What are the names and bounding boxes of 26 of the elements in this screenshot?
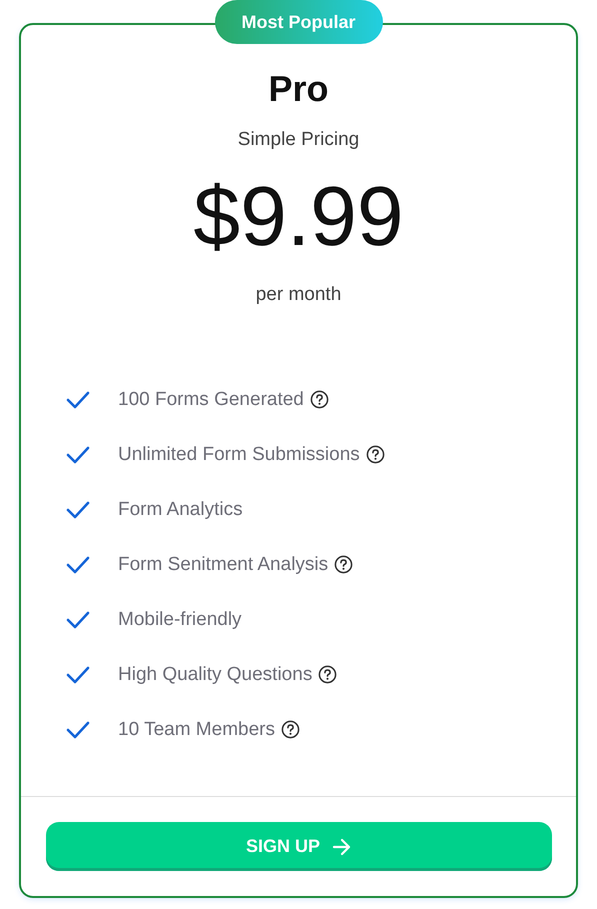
check-icon [66, 720, 90, 738]
check-icon [66, 446, 90, 464]
help-icon[interactable] [366, 445, 385, 464]
billing-period: per month [256, 283, 342, 307]
check-icon [66, 556, 90, 574]
feature-text: Unlimited Form Submissions [118, 444, 360, 466]
plan-price: $9.99 [193, 171, 404, 261]
help-icon[interactable] [334, 555, 354, 574]
sign-up-button[interactable]: SIGN UP [46, 822, 552, 871]
help-icon[interactable] [281, 720, 300, 739]
arrow-right-icon [332, 838, 352, 856]
help-icon[interactable] [318, 665, 338, 684]
plan-subtitle: Simple Pricing [238, 128, 360, 152]
feature-text: 10 Team Members [118, 718, 275, 740]
check-icon [66, 666, 90, 684]
feature-text: High Quality Questions [118, 664, 312, 686]
help-icon[interactable] [310, 390, 329, 409]
check-icon [66, 500, 90, 518]
most-popular-badge: Most Popular [214, 0, 382, 44]
feature-text: 100 Forms Generated [118, 388, 304, 410]
feature-text: Form Senitment Analysis [118, 554, 328, 576]
check-icon [66, 390, 90, 408]
feature-text: Mobile-friendly [118, 608, 242, 630]
feature-text: Form Analytics [118, 498, 243, 520]
plan-name: Pro [268, 67, 328, 111]
check-icon [66, 610, 90, 628]
